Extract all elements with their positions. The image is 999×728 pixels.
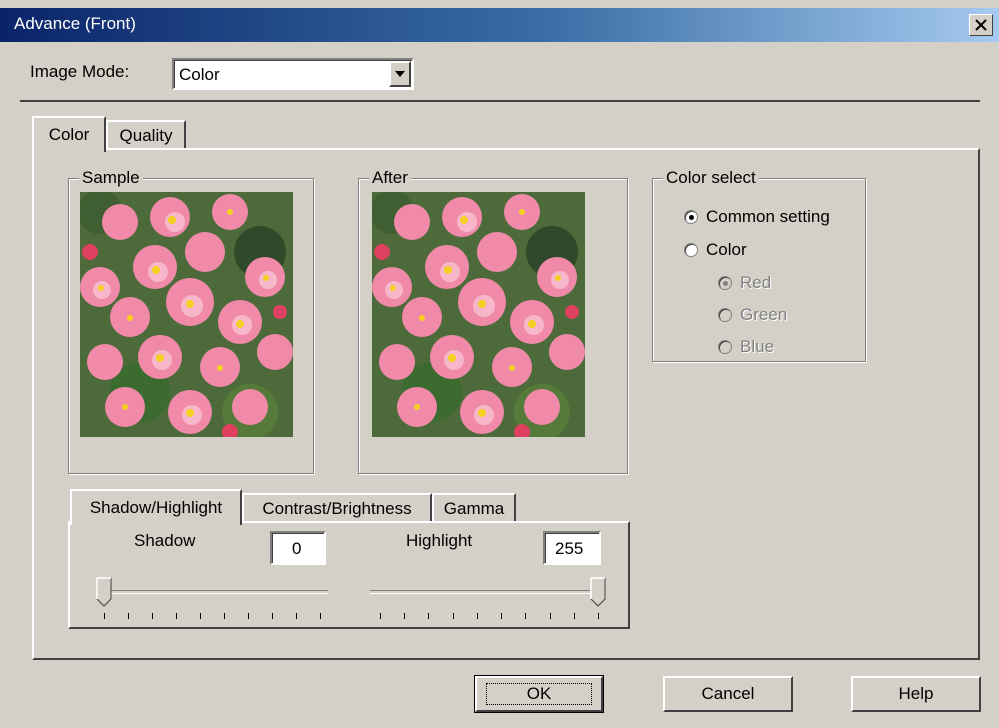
tab-quality[interactable]: Quality <box>106 120 186 150</box>
title-bar[interactable]: Advance (Front) <box>0 8 999 42</box>
radio-red[interactable]: Red <box>718 273 771 293</box>
sample-label: Sample <box>79 168 143 188</box>
shadow-value: 0 <box>292 539 302 558</box>
slider-tick <box>224 613 225 619</box>
slider-tick <box>200 613 201 619</box>
slider-tick <box>104 613 105 619</box>
shadow-label: Shadow <box>134 531 196 550</box>
highlight-slider-track[interactable] <box>370 590 604 594</box>
close-icon <box>975 19 987 31</box>
tab-contrast-brightness-label: Contrast/Brightness <box>262 499 412 518</box>
slider-tick <box>477 613 478 619</box>
shadow-slider-track[interactable] <box>96 590 328 594</box>
help-button[interactable]: Help <box>851 676 981 712</box>
highlight-value: 255 <box>555 539 584 558</box>
radio-green[interactable]: Green <box>718 305 787 325</box>
radio-indicator[interactable] <box>684 210 698 224</box>
slider-tick <box>380 613 381 619</box>
slider-tick <box>574 613 575 619</box>
slider-tick <box>152 613 153 619</box>
radio-blue-label: Blue <box>740 337 775 356</box>
sample-image <box>80 192 293 437</box>
tab-quality-label: Quality <box>119 126 173 145</box>
slider-tick <box>550 613 551 619</box>
slider-tick <box>296 613 297 619</box>
tab-shadow-highlight-label: Shadow/Highlight <box>89 498 223 517</box>
ok-button[interactable]: OK <box>474 675 604 713</box>
highlight-input[interactable]: 255 <box>543 531 601 565</box>
radio-indicator[interactable] <box>718 276 732 290</box>
radio-common-setting[interactable]: Common setting <box>684 207 830 227</box>
highlight-slider-thumb[interactable] <box>590 577 606 607</box>
slider-tick <box>598 613 599 619</box>
image-mode-label: Image Mode: <box>30 62 130 81</box>
highlight-label: Highlight <box>406 531 473 550</box>
image-mode-dropdown-button[interactable] <box>389 61 411 87</box>
radio-green-label: Green <box>740 305 788 324</box>
after-label: After <box>369 168 411 188</box>
slider-tick <box>176 613 177 619</box>
tab-gamma-label: Gamma <box>443 499 505 518</box>
radio-red-label: Red <box>740 273 772 292</box>
radio-color-label: Color <box>706 240 747 259</box>
shadow-slider-thumb[interactable] <box>96 577 112 607</box>
radio-indicator[interactable] <box>718 308 732 322</box>
close-button[interactable] <box>969 14 993 36</box>
ok-button-label: OK <box>485 683 593 705</box>
color-select-label: Color select <box>663 168 759 188</box>
slider-tick <box>272 613 273 619</box>
after-image <box>372 192 585 437</box>
shadow-input[interactable]: 0 <box>270 531 326 565</box>
separator <box>20 100 980 102</box>
radio-indicator[interactable] <box>718 340 732 354</box>
radio-blue[interactable]: Blue <box>718 337 774 357</box>
chevron-down-icon <box>395 71 405 77</box>
slider-tick <box>501 613 502 619</box>
slider-tick <box>248 613 249 619</box>
tab-gamma[interactable]: Gamma <box>432 493 516 523</box>
tab-contrast-brightness[interactable]: Contrast/Brightness <box>242 493 432 523</box>
slider-tick <box>128 613 129 619</box>
slider-tick <box>525 613 526 619</box>
slider-tick <box>428 613 429 619</box>
radio-indicator[interactable] <box>684 243 698 257</box>
radio-color[interactable]: Color <box>684 240 747 260</box>
cancel-button[interactable]: Cancel <box>663 676 793 712</box>
help-button-label: Help <box>898 684 934 703</box>
cancel-button-label: Cancel <box>701 684 755 703</box>
slider-tick <box>453 613 454 619</box>
slider-tick <box>404 613 405 619</box>
tab-shadow-highlight[interactable]: Shadow/Highlight <box>70 489 242 525</box>
tab-color-label: Color <box>48 125 90 144</box>
window-title: Advance (Front) <box>14 14 136 33</box>
tab-color[interactable]: Color <box>32 116 106 152</box>
slider-tick <box>320 613 321 619</box>
color-select-group: Color select <box>652 168 866 362</box>
image-mode-select[interactable]: Color <box>172 58 414 90</box>
radio-common-setting-label: Common setting <box>706 207 830 226</box>
image-mode-value: Color <box>179 65 220 84</box>
